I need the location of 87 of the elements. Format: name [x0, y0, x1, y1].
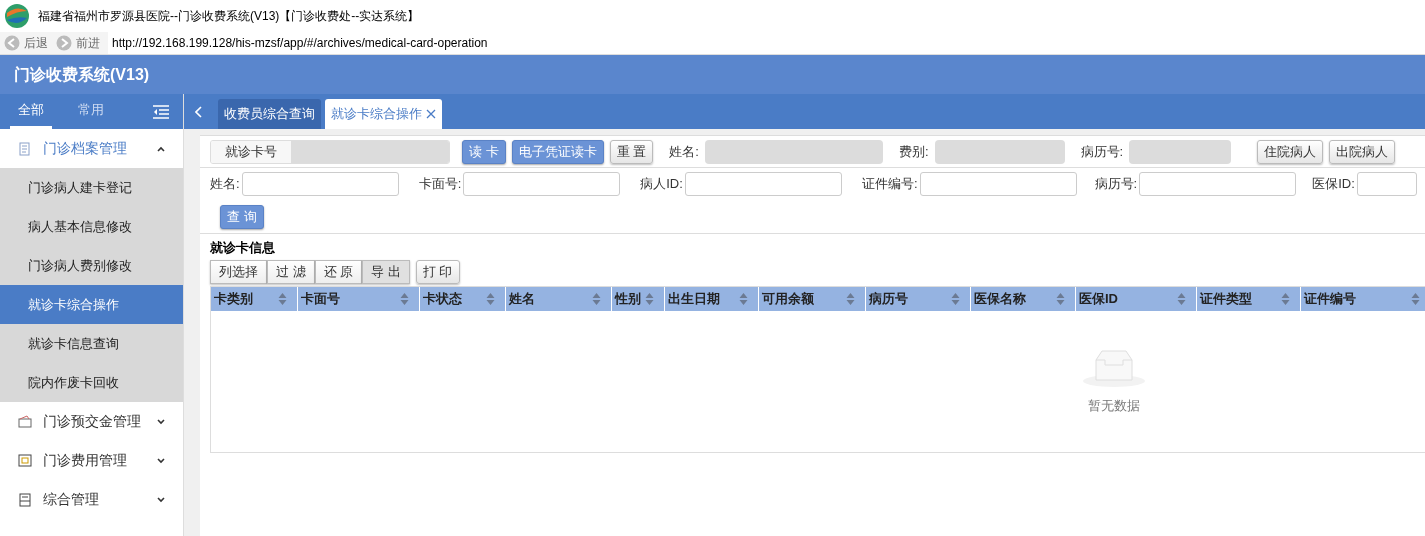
menu-group[interactable]: 门诊预交金管理 — [0, 402, 183, 441]
column-header[interactable]: 出生日期 — [665, 287, 759, 311]
toolbar-button[interactable]: 列选择 — [210, 260, 267, 284]
field-label: 卡面号: — [418, 175, 462, 194]
column-header[interactable]: 性别 — [612, 287, 665, 311]
column-header[interactable]: 卡类别 — [211, 287, 298, 311]
field-label: 病历号: — [1080, 142, 1124, 161]
tab[interactable]: 收费员综合查询 — [218, 99, 321, 129]
toolbar-button[interactable]: 过 滤 — [267, 260, 315, 284]
read-button[interactable]: 重 置 — [609, 139, 654, 164]
column-header[interactable]: 医保ID — [1076, 287, 1197, 311]
sort-icon[interactable] — [645, 292, 654, 306]
menu-item[interactable]: 门诊病人建卡登记 — [0, 168, 183, 207]
patient-filter-button[interactable]: 出院病人 — [1329, 139, 1396, 164]
document-icon — [18, 141, 32, 156]
field-label: 姓名: — [669, 142, 699, 161]
close-icon[interactable] — [426, 109, 436, 119]
forward-button[interactable]: 前进 — [52, 34, 104, 52]
back-button[interactable]: 后退 — [0, 34, 52, 52]
menu-item[interactable]: 就诊卡综合操作 — [0, 285, 183, 324]
field-label: 姓名: — [210, 175, 240, 194]
input-field[interactable] — [919, 172, 1077, 196]
sidebar-tab[interactable]: 全部 — [10, 94, 52, 129]
menu-group-label: 门诊预交金管理 — [43, 412, 142, 431]
patient-filter-button[interactable]: 住院病人 — [1257, 139, 1324, 164]
arrow-left-icon — [4, 35, 20, 51]
sort-icon[interactable] — [486, 292, 495, 306]
menu-item[interactable]: 病人基本信息修改 — [0, 207, 183, 246]
tab[interactable]: 就诊卡综合操作 — [325, 99, 442, 129]
chevron-up-icon — [157, 145, 165, 152]
column-header[interactable]: 证件编号 — [1301, 287, 1425, 311]
sort-icon[interactable] — [1056, 292, 1065, 306]
field-label: 证件编号: — [861, 175, 918, 194]
menu-icon[interactable] — [153, 104, 169, 119]
menu-group-label: 综合管理 — [43, 490, 100, 509]
wallet-icon — [18, 415, 32, 428]
sort-icon[interactable] — [951, 292, 960, 306]
tray-icon — [18, 492, 32, 507]
toolbar-button[interactable]: 导 出 — [362, 260, 410, 284]
window-title: 福建省福州市罗源县医院--门诊收费系统(V13)【门诊收费处--实达系统】 — [38, 8, 420, 25]
sort-icon[interactable] — [1281, 292, 1290, 306]
section-title: 就诊卡信息 — [209, 239, 276, 257]
column-header[interactable]: 病历号 — [866, 287, 971, 311]
field-label: 费别: — [898, 142, 929, 161]
sort-icon[interactable] — [592, 292, 601, 306]
column-header[interactable]: 卡面号 — [298, 287, 420, 311]
chevron-down-icon — [157, 418, 165, 425]
empty-tray-icon — [1081, 347, 1146, 388]
column-header[interactable]: 医保名称 — [971, 287, 1076, 311]
column-header[interactable]: 卡状态 — [420, 287, 506, 311]
field-label: 医保ID: — [1312, 175, 1355, 194]
safe-icon — [18, 454, 32, 467]
column-header[interactable]: 姓名 — [506, 287, 612, 311]
input-field[interactable] — [1139, 172, 1297, 196]
menu-item[interactable]: 门诊病人费别修改 — [0, 246, 183, 285]
chevron-down-icon — [157, 457, 165, 464]
chevron-down-icon — [157, 496, 165, 503]
app-logo-icon — [4, 3, 30, 29]
sort-icon[interactable] — [1411, 292, 1420, 306]
column-header[interactable]: 证件类型 — [1197, 287, 1301, 311]
menu-item[interactable]: 就诊卡信息查询 — [0, 324, 183, 363]
address-bar[interactable]: http://192.168.199.128/his-mzsf/app/#/archives/medical-card-operation — [108, 32, 1425, 54]
print-button[interactable]: 打 印 — [415, 260, 460, 284]
sort-icon[interactable] — [400, 292, 409, 306]
menu-group[interactable]: 门诊费用管理 — [0, 441, 183, 480]
menu-group-label: 门诊档案管理 — [43, 139, 128, 158]
input-field[interactable] — [241, 172, 399, 196]
input-field[interactable] — [684, 172, 842, 196]
menu-item[interactable]: 院内作废卡回收 — [0, 363, 183, 402]
empty-text: 暂无数据 — [1087, 397, 1140, 415]
menu-group[interactable]: 门诊档案管理 — [0, 129, 183, 168]
sort-icon[interactable] — [846, 292, 855, 306]
field-label: 就诊卡号 — [211, 140, 291, 163]
column-header[interactable]: 可用余额 — [759, 287, 866, 311]
sort-icon[interactable] — [278, 292, 287, 306]
sort-icon[interactable] — [739, 292, 748, 306]
input-field[interactable] — [1356, 172, 1417, 196]
card-number-field[interactable]: 就诊卡号 — [210, 139, 450, 164]
field-label: 病人ID: — [640, 175, 683, 194]
sort-icon[interactable] — [1177, 292, 1186, 306]
toolbar-button[interactable]: 还 原 — [314, 260, 363, 284]
field-label: 病历号: — [1094, 175, 1138, 194]
menu-group-label: 门诊费用管理 — [43, 451, 128, 470]
input-field[interactable] — [463, 172, 621, 196]
arrow-right-icon — [56, 35, 72, 51]
app-title: 门诊收费系统(V13) — [14, 64, 150, 85]
menu-group[interactable]: 综合管理 — [0, 480, 183, 519]
